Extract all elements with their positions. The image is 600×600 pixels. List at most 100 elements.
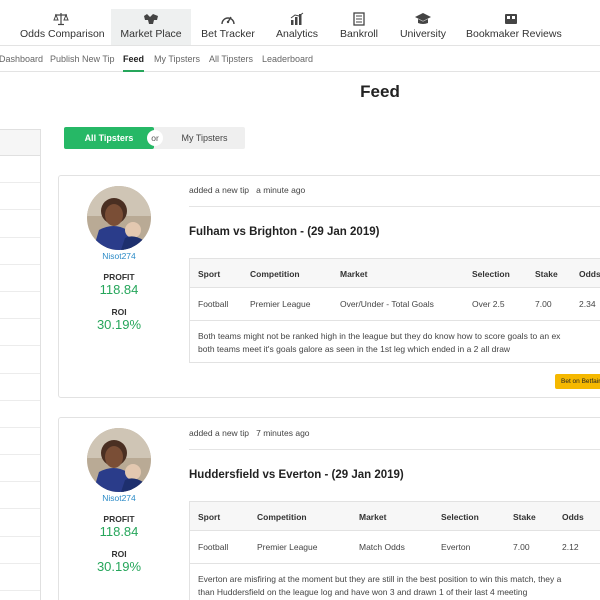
nav-label: Bet Tracker [201,28,255,40]
all-tipsters-button[interactable]: All Tipsters [64,127,154,149]
tipster-username[interactable]: Nisot274 [59,493,179,503]
nav-bookmaker-reviews[interactable]: Bookmaker Reviews [466,9,562,45]
avatar-photo-icon [87,186,151,250]
cell-stake: 7.00 [513,542,530,552]
match-title[interactable]: Fulham vs Brighton - (29 Jan 2019) [189,226,379,238]
my-tipsters-button[interactable]: My Tipsters [164,127,245,149]
card-divider [189,449,600,450]
header-selection: Selection [441,512,479,522]
left-panel-row[interactable] [0,401,40,428]
nav-bankroll[interactable]: Bankroll [336,9,382,45]
header-stake: Stake [535,269,558,279]
nav-label: Bankroll [340,28,378,40]
subnav-dashboard[interactable]: Dashboard [0,54,43,64]
nav-bet-tracker[interactable]: Bet Tracker [198,9,258,45]
bar-chart-icon [290,12,304,25]
tipster-toggle: All Tipsters or My Tipsters [64,127,245,149]
subnav-all-tipsters[interactable]: All Tipsters [209,54,253,64]
tip-card: Nisot274 PROFIT 118.84 ROI 30.19% added … [58,417,600,600]
avatar-photo-icon [87,428,151,492]
nav-label: Analytics [275,28,318,40]
added-text: added a new tip [189,185,250,195]
tip-table: Sport Competition Market Selection Stake… [189,501,600,600]
header-odds: Odds [562,512,584,522]
subnav-publish-new-tip[interactable]: Publish New Tip [50,54,115,64]
roi-value: 30.19% [96,559,142,574]
top-strip [0,0,600,8]
avatar[interactable] [87,428,151,492]
cell-odds: 2.12 [562,542,579,552]
left-panel-row[interactable] [0,428,40,456]
tip-time: a minute ago [256,185,306,195]
nav-market-place[interactable]: Market Place [111,9,191,45]
tip-description-line: both teams meet it's goals galore as see… [198,344,511,354]
cell-market: Over/Under - Total Goals [340,299,434,309]
graduation-cap-icon [415,13,431,24]
subnav-feed[interactable]: Feed [123,54,145,72]
left-panel [0,129,41,600]
left-panel-row[interactable] [0,265,40,292]
left-panel-row[interactable] [0,156,40,184]
table-header [190,502,600,531]
left-panel-row[interactable] [0,210,40,238]
cell-sport: Football [198,299,229,309]
tipster-username[interactable]: Nisot274 [59,251,179,261]
nav-analytics[interactable]: Analytics [271,9,323,45]
tip-table: Sport Competition Market Selection Stake… [189,258,600,363]
header-sport: Sport [198,269,221,279]
cell-stake: 7.00 [535,299,552,309]
tip-time: 7 minutes ago [256,428,310,438]
bet-on-betfair-button[interactable]: Bet on Betfair [555,374,600,389]
cell-selection: Over 2.5 [472,299,505,309]
nav-label: University [399,28,447,40]
header-market: Market [340,269,368,279]
top-navigation: Odds Comparison Market Place Bet Tracker… [0,0,600,46]
page-title: Feed [360,82,400,101]
match-title[interactable]: Huddersfield vs Everton - (29 Jan 2019) [189,469,404,481]
cell-sport: Football [198,542,229,552]
card-divider [189,206,600,207]
nav-label: Odds Comparison [20,28,105,40]
header-odds: Odds [579,269,600,279]
roi-label: ROI [111,307,127,317]
nav-university[interactable]: University [398,9,448,45]
header-selection: Selection [472,269,510,279]
profit-label: PROFIT [103,272,135,282]
or-separator: or [147,130,163,146]
left-panel-row[interactable] [0,455,40,483]
left-panel-row[interactable] [0,537,40,564]
row-divider [190,320,600,321]
left-panel-row[interactable] [0,346,40,374]
avatar[interactable] [87,186,151,250]
left-panel-row[interactable] [0,509,40,537]
cattle-icon [144,14,158,24]
scales-icon [53,13,69,26]
left-panel-row[interactable] [0,292,40,320]
row-divider [190,563,600,564]
roi-label: ROI [111,549,127,559]
tip-meta: added a new tip a minute ago [189,185,305,195]
card-icon [505,14,517,24]
header-market: Market [359,512,387,522]
left-panel-row[interactable] [0,564,40,591]
speedometer-icon [221,16,235,25]
left-panel-row[interactable] [0,183,40,211]
cell-selection: Everton [441,542,471,552]
left-panel-row[interactable] [0,319,40,347]
added-text: added a new tip [189,428,250,438]
subnav-my-tipsters[interactable]: My Tipsters [154,54,200,64]
left-panel-row[interactable] [0,374,40,401]
cell-competition: Premier League [257,542,318,552]
cell-market: Match Odds [359,542,405,552]
nav-odds-comparison[interactable]: Odds Comparison [20,9,105,45]
sub-navigation: Dashboard Publish New Tip Feed My Tipste… [0,46,600,72]
tip-description-line: Both teams might not be ranked high in t… [198,331,561,341]
nav-label: Market Place [120,28,182,40]
cell-odds: 2.34 [579,299,596,309]
subnav-leaderboard[interactable]: Leaderboard [262,54,313,64]
left-panel-row[interactable] [0,482,40,510]
nav-label: Bookmaker Reviews [466,28,562,40]
roi-value: 30.19% [96,317,142,332]
left-panel-row[interactable] [0,238,40,265]
profit-label: PROFIT [103,514,135,524]
